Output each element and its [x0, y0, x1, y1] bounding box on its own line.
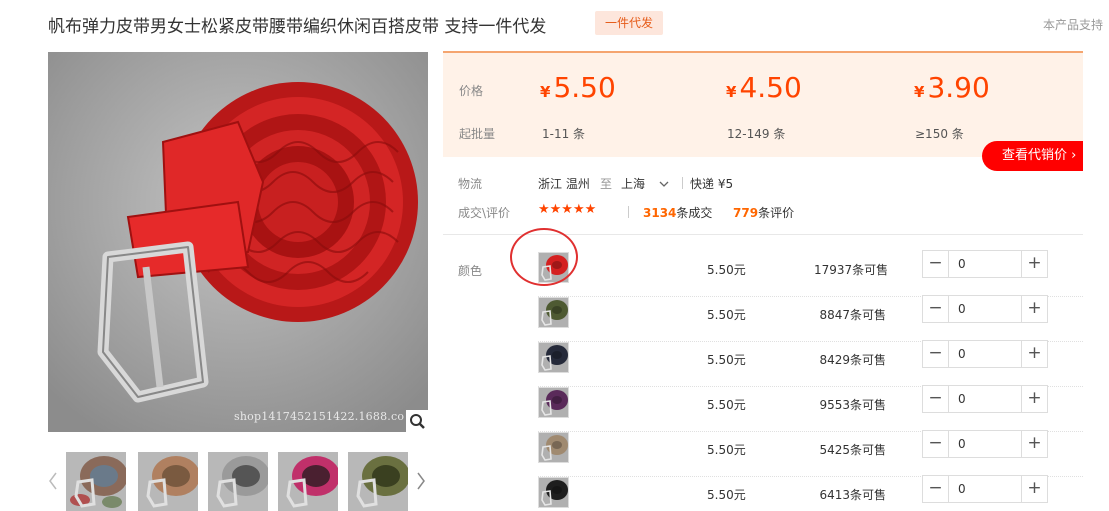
color-swatch[interactable] [538, 432, 569, 463]
color-swatch[interactable] [538, 387, 569, 418]
price-tier-1: ¥5.50 [540, 71, 616, 104]
currency-symbol: ¥ [914, 83, 925, 101]
thumbnail-olive-belt[interactable] [348, 452, 408, 511]
price-panel: 价格 起批量 ¥5.50 ¥4.50 ¥3.90 1-11 条 12-149 条… [443, 51, 1083, 157]
plus-icon[interactable]: + [1021, 251, 1047, 277]
minus-icon[interactable]: − [923, 431, 949, 457]
quantity-input[interactable] [950, 433, 1020, 455]
plus-icon[interactable]: + [1021, 341, 1047, 367]
sku-stock: 9553条可售 [819, 398, 886, 412]
chevron-left-icon[interactable] [48, 472, 58, 494]
shipping-fee: 快递 ¥5 [690, 177, 734, 191]
watermark-text: shop1417452151422.1688.co [234, 410, 405, 423]
sku-row: 5.50元 6413条可售 − + [538, 475, 1083, 511]
currency-symbol: ¥ [540, 83, 551, 101]
sku-stock: 8847条可售 [819, 308, 886, 322]
divider [682, 177, 683, 189]
sku-row: 5.50元 17937条可售 − + [538, 250, 1083, 297]
dropship-badge: 一件代发 [595, 11, 663, 35]
thumbnail-multicolor-belts[interactable] [66, 452, 126, 511]
zoom-icon[interactable] [406, 410, 428, 432]
quantity-input[interactable] [950, 388, 1020, 410]
chevron-down-icon [659, 177, 669, 191]
moq-tier-1: 1-11 条 [542, 127, 586, 141]
quantity-stepper: − + [922, 340, 1048, 368]
quantity-input[interactable] [950, 253, 1020, 275]
sku-stock: 6413条可售 [819, 488, 886, 502]
color-swatch[interactable] [538, 297, 569, 328]
thumbnail-brown-belt[interactable] [138, 452, 198, 511]
destination-select[interactable]: 上海 [621, 175, 669, 192]
minus-icon[interactable]: − [923, 251, 949, 277]
currency-symbol: ¥ [726, 83, 737, 101]
quantity-stepper: − + [922, 295, 1048, 323]
moq-tier-3: ≥150 条 [915, 127, 964, 141]
sku-price: 5.50元 [707, 443, 746, 457]
plus-icon[interactable]: + [1021, 386, 1047, 412]
deals-reviews-label: 成交\评价 [458, 206, 511, 220]
to-text: 至 [600, 177, 613, 191]
sku-stock: 17937条可售 [814, 263, 889, 277]
view-agent-price-button[interactable]: 查看代销价 › [982, 141, 1083, 171]
quantity-input[interactable] [950, 298, 1020, 320]
quantity-input[interactable] [950, 343, 1020, 365]
sku-price: 5.50元 [707, 488, 746, 502]
minus-icon[interactable]: − [923, 476, 949, 502]
thumbnail-magenta-belt[interactable] [278, 452, 338, 511]
quantity-stepper: − + [922, 430, 1048, 458]
sku-row: 5.50元 9553条可售 − + [538, 385, 1083, 432]
sku-row: 5.50元 8847条可售 − + [538, 295, 1083, 342]
highlight-circle [510, 228, 578, 286]
chevron-right-icon[interactable] [416, 472, 426, 494]
sku-price: 5.50元 [707, 308, 746, 322]
quantity-stepper: − + [922, 385, 1048, 413]
minus-icon[interactable]: − [923, 386, 949, 412]
quantity-stepper: − + [922, 250, 1048, 278]
review-count-link[interactable]: 779条评价 [733, 204, 794, 221]
plus-icon[interactable]: + [1021, 476, 1047, 502]
color-swatch[interactable] [538, 342, 569, 373]
deals-count-link[interactable]: 3134条成交 [643, 204, 712, 221]
price-tier-2: ¥4.50 [726, 71, 802, 104]
plus-icon[interactable]: + [1021, 296, 1047, 322]
logistics-label: 物流 [458, 177, 483, 191]
red-belt-illustration [48, 52, 428, 432]
support-text: 本产品支持 [1043, 18, 1104, 32]
color-label: 颜色 [458, 264, 483, 278]
price-tier-3: ¥3.90 [914, 71, 990, 104]
sku-price: 5.50元 [707, 353, 746, 367]
moq-tier-2: 12-149 条 [727, 127, 786, 141]
color-swatch[interactable] [538, 477, 569, 508]
minus-icon[interactable]: − [923, 296, 949, 322]
divider [628, 206, 629, 218]
sku-stock: 8429条可售 [819, 353, 886, 367]
plus-icon[interactable]: + [1021, 431, 1047, 457]
thumbnail-strip [48, 452, 434, 511]
product-title: 帆布弹力皮带男女士松紧皮带腰带编织休闲百搭皮带 支持一件代发 [48, 17, 547, 37]
thumbnail-gray-belt[interactable] [208, 452, 268, 511]
price-label: 价格 [459, 84, 484, 98]
sku-row: 5.50元 8429条可售 − + [538, 340, 1083, 387]
sku-stock: 5425条可售 [819, 443, 886, 457]
moq-label: 起批量 [459, 127, 496, 141]
quantity-stepper: − + [922, 475, 1048, 503]
sku-price: 5.50元 [707, 398, 746, 412]
sku-price: 5.50元 [707, 263, 746, 277]
origin-location: 浙江 温州 [538, 177, 590, 191]
quantity-input[interactable] [950, 478, 1020, 500]
minus-icon[interactable]: − [923, 341, 949, 367]
main-product-image[interactable]: shop1417452151422.1688.co [48, 52, 428, 432]
star-rating: ★★★★★ [538, 202, 597, 217]
sku-row: 5.50元 5425条可售 − + [538, 430, 1083, 477]
